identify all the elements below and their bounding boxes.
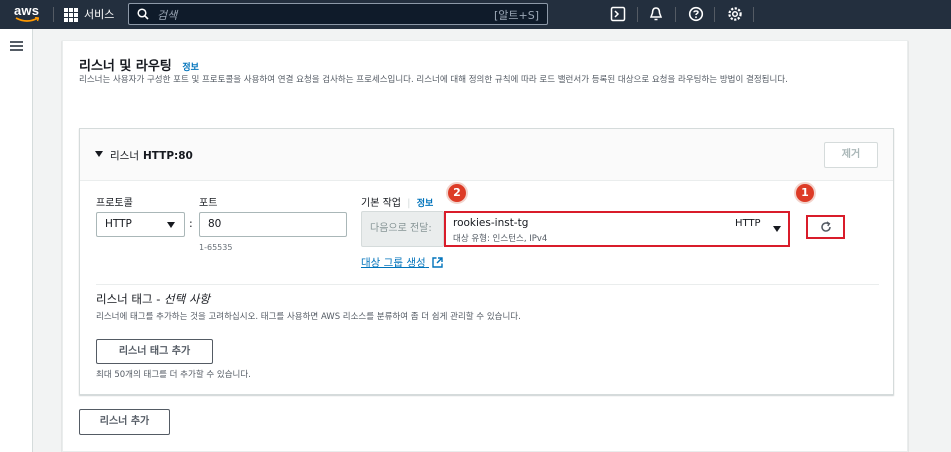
settings-icon[interactable]: [727, 6, 743, 22]
listener-tags-title-text: 리스너 태그 -: [96, 292, 165, 306]
aws-logo-text: aws: [14, 3, 40, 18]
protocol-select[interactable]: HTTP: [96, 212, 185, 237]
search-shortcut-hint: [알트+S]: [493, 9, 539, 22]
nav-divider: [53, 7, 54, 22]
port-value: 80: [208, 218, 222, 230]
nav-divider: [714, 7, 715, 22]
default-action-label: 기본 작업 | 정보: [361, 198, 434, 209]
listener-title[interactable]: 리스너 HTTP:80: [110, 148, 193, 163]
section-info-link[interactable]: 정보: [182, 63, 199, 73]
listener-tags-optional: 선택 사항: [164, 292, 211, 306]
create-target-group-link[interactable]: 대상 그룹 생성: [361, 255, 443, 270]
collapse-caret-icon[interactable]: [95, 151, 103, 157]
section-title: 리스너 및 라우팅 정보: [79, 55, 199, 74]
nav-divider: [637, 7, 638, 22]
nav-divider: [675, 7, 676, 22]
listener-tags-title: 리스너 태그 - 선택 사항: [96, 291, 210, 307]
nav-divider: [753, 7, 754, 22]
dropdown-arrow-icon: [773, 226, 781, 232]
section-title-text: 리스너 및 라우팅: [79, 59, 172, 74]
port-label: 포트: [199, 198, 218, 209]
dropdown-arrow-icon: [167, 222, 175, 228]
port-range-hint: 1-65535: [199, 243, 233, 252]
listeners-routing-panel: 리스너 및 라우팅 정보 리스너는 사용자가 구성한 포트 및 프로토콜을 사용…: [62, 40, 908, 452]
menu-icon[interactable]: [10, 41, 23, 51]
listener-tags-description: 리스너에 태그를 추가하는 것을 고려하십시오. 태그를 사용하면 AWS 리소…: [96, 312, 521, 322]
listener-card: 리스너 HTTP:80 제거 프로토콜 HTTP : 포트 80 1-65535 …: [79, 128, 894, 395]
listener-header: 리스너 HTTP:80 제거: [80, 129, 893, 181]
section-divider: [96, 284, 879, 285]
bell-icon[interactable]: [648, 6, 664, 22]
target-group-select[interactable]: rookies-inst-tg 대상 유형: 인스턴스, IPv4 HTTP: [444, 211, 790, 247]
add-listener-button[interactable]: 리스너 추가: [79, 409, 170, 435]
side-navigation-rail: [0, 29, 33, 452]
search-icon: [137, 8, 149, 20]
tag-limit-text: 최대 50개의 태그를 더 추가할 수 있습니다.: [96, 370, 251, 380]
section-description: 리스너는 사용자가 구성한 포트 및 프로토콜을 사용하여 연결 요청을 검사하…: [79, 75, 788, 85]
search-placeholder: 검색: [157, 9, 178, 22]
default-action-label-text: 기본 작업: [361, 198, 401, 209]
forward-to-label-box: 다음으로 전달:: [361, 211, 444, 247]
aws-smile-icon: [15, 17, 39, 22]
terminal-icon[interactable]: [610, 6, 626, 22]
protocol-port-separator: :: [189, 217, 193, 230]
services-grid-icon[interactable]: [64, 8, 78, 22]
create-target-group-link-text: 대상 그룹 생성: [361, 257, 426, 269]
add-listener-tag-button[interactable]: 리스너 태그 추가: [96, 339, 213, 364]
default-action-info-link[interactable]: 정보: [417, 199, 434, 209]
services-menu[interactable]: 서비스: [84, 6, 114, 22]
aws-logo[interactable]: aws: [14, 3, 40, 25]
listener-title-prefix: 리스너: [110, 150, 139, 162]
target-group-protocol: HTTP: [735, 218, 761, 229]
forward-to-label: 다음으로 전달:: [370, 223, 432, 234]
annotation-badge-1: 1: [794, 182, 816, 204]
annotation-badge-2: 2: [446, 182, 468, 204]
target-group-type: 대상 유형: 인스턴스, IPv4: [453, 234, 548, 244]
refresh-icon: [821, 221, 831, 232]
help-icon[interactable]: [688, 6, 704, 22]
protocol-label: 프로토콜: [96, 198, 133, 209]
port-input[interactable]: 80: [199, 212, 347, 237]
search-input[interactable]: 검색 [알트+S]: [128, 3, 548, 25]
top-navigation-bar: aws 서비스 검색 [알트+S]: [0, 0, 951, 29]
refresh-target-groups-button[interactable]: [806, 215, 845, 239]
protocol-value: HTTP: [105, 218, 132, 230]
remove-listener-button[interactable]: 제거: [824, 142, 878, 168]
external-link-icon: [432, 257, 443, 268]
listener-title-name: HTTP:80: [142, 150, 193, 162]
target-group-name: rookies-inst-tg: [453, 217, 529, 229]
